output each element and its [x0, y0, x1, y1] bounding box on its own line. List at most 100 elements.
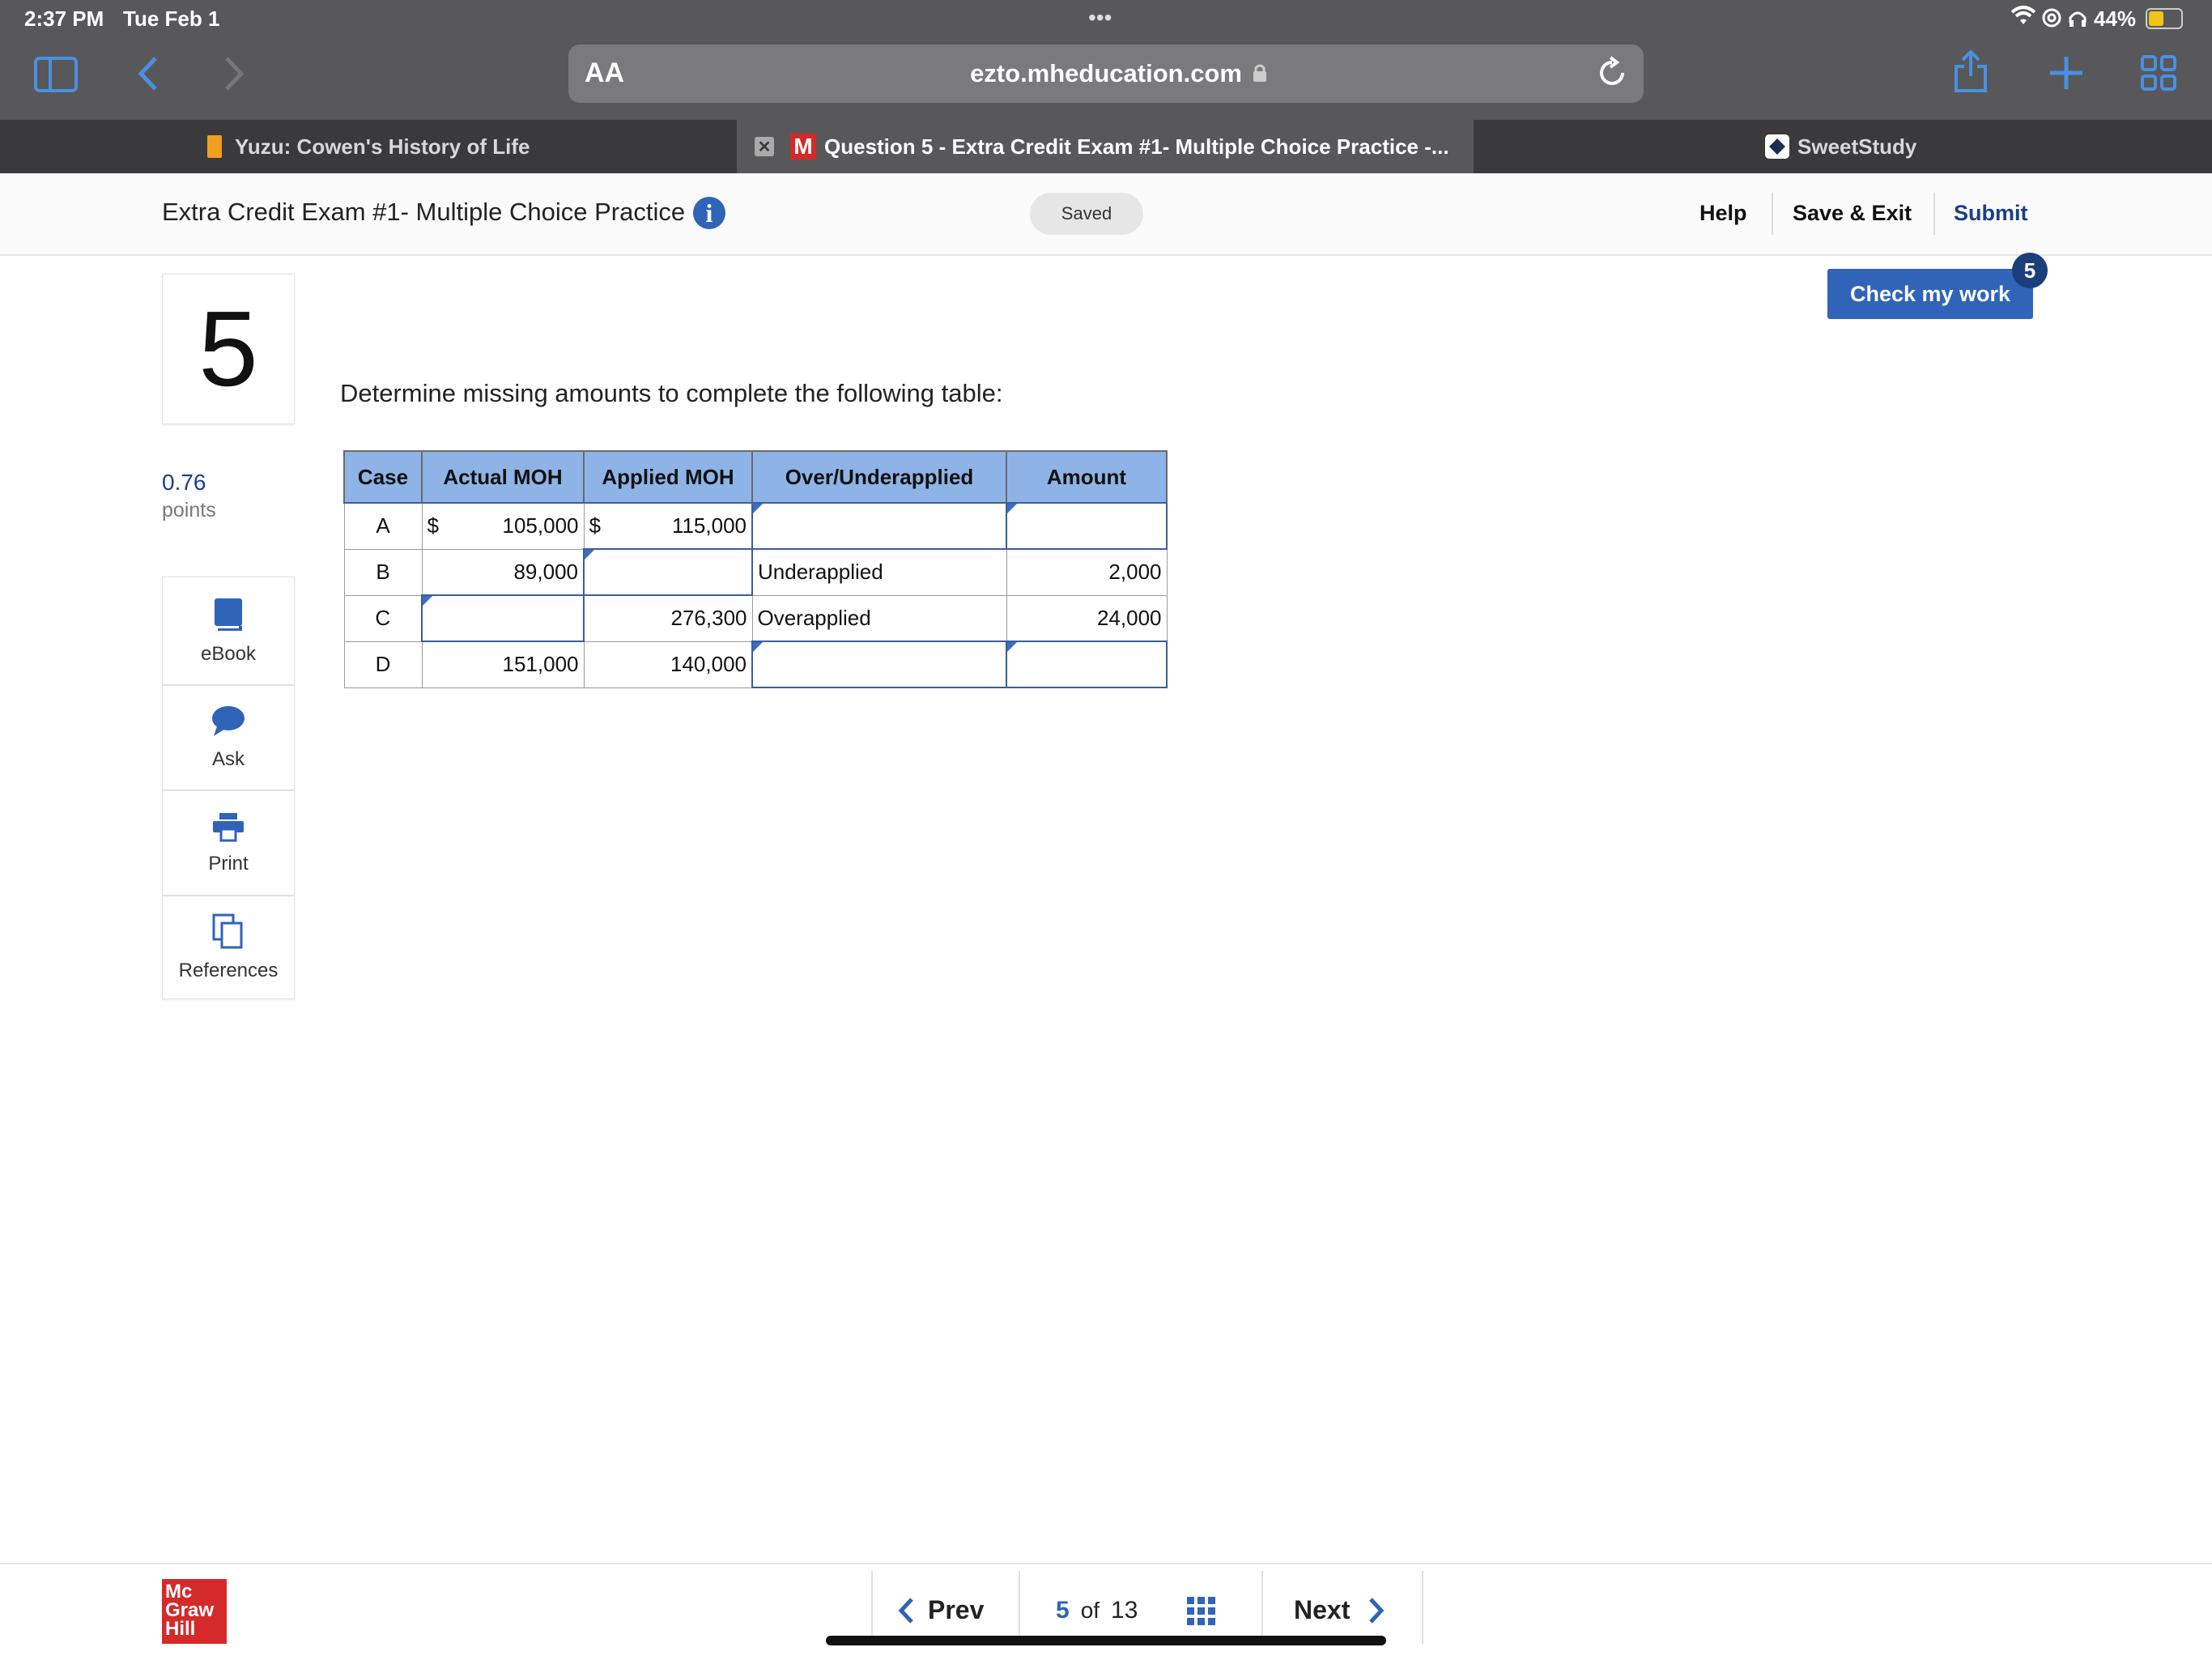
- footer-divider: [1019, 1571, 1020, 1644]
- table-row: A $ 105,000 $ 115,000: [343, 502, 1168, 550]
- address-bar[interactable]: AA ezto.mheducation.com: [568, 45, 1644, 103]
- prev-button[interactable]: Prev: [897, 1595, 984, 1625]
- print-button[interactable]: Print: [162, 790, 295, 896]
- case-cell: A: [343, 502, 423, 550]
- case-cell: B: [343, 548, 423, 596]
- question-number: 5: [198, 289, 258, 408]
- battery-percent: 44%: [2094, 6, 2137, 31]
- multitask-dots-icon[interactable]: •••: [1088, 5, 1112, 31]
- actual-moh-input[interactable]: [421, 594, 585, 642]
- saved-status-badge: Saved: [1030, 193, 1143, 235]
- points-label: points: [162, 499, 216, 521]
- header-divider: [1772, 193, 1773, 235]
- chevron-left-icon: [898, 1597, 913, 1624]
- question-grid-icon[interactable]: [1187, 1597, 1216, 1630]
- over-underapplied-value: Overapplied: [751, 594, 1007, 642]
- back-icon[interactable]: [136, 55, 159, 96]
- column-header-actual-moh: Actual MOH: [421, 450, 585, 504]
- print-label: Print: [208, 852, 249, 875]
- footer-divider: [1261, 1571, 1263, 1644]
- documents-icon: [212, 913, 245, 953]
- close-tab-icon[interactable]: ✕: [755, 137, 774, 156]
- tab-label: SweetStudy: [1797, 134, 1917, 159]
- applied-moh-input[interactable]: [583, 548, 753, 596]
- table-header-row: Case Actual MOH Applied MOH Over/Underap…: [343, 450, 1168, 504]
- status-time: 2:37 PM: [24, 6, 104, 31]
- tab-overview-icon[interactable]: [2141, 55, 2176, 95]
- actual-moh-value: 89,000: [421, 548, 585, 596]
- ebook-button[interactable]: eBook: [162, 577, 295, 685]
- case-cell: C: [343, 594, 423, 642]
- references-label: References: [178, 959, 279, 981]
- home-indicator[interactable]: [826, 1636, 1386, 1645]
- next-button[interactable]: Next: [1294, 1595, 1385, 1625]
- battery-icon: [2146, 8, 2183, 29]
- footer-divider: [871, 1571, 873, 1644]
- moh-table: Case Actual MOH Applied MOH Over/Underap…: [343, 450, 1168, 688]
- mcgraw-favicon-icon: M: [790, 134, 816, 160]
- share-icon[interactable]: [1953, 49, 1989, 98]
- total-questions: 13: [1111, 1597, 1138, 1624]
- amount-input[interactable]: [1006, 641, 1168, 688]
- column-header-over-underapplied: Over/Underapplied: [751, 450, 1007, 504]
- current-question: 5: [1056, 1597, 1070, 1624]
- over-underapplied-input[interactable]: [751, 641, 1007, 688]
- tab-yuzu[interactable]: Yuzu: Cowen's History of Life: [0, 120, 737, 173]
- over-underapplied-input[interactable]: [751, 502, 1007, 550]
- table-row: C 276,300 Overapplied 24,000: [343, 594, 1168, 642]
- amount-input[interactable]: [1006, 502, 1168, 550]
- ask-label: Ask: [211, 747, 245, 770]
- at-icon: [2042, 8, 2061, 32]
- logo-line: Hill: [165, 1618, 196, 1640]
- help-link[interactable]: Help: [1699, 201, 1747, 226]
- status-bar: 2:37 PM Tue Feb 1 ••• 44%: [0, 0, 2212, 39]
- url-text[interactable]: ezto.mheducation.com: [568, 59, 1644, 88]
- chat-bubble-icon: [211, 705, 246, 742]
- ebook-label: eBook: [200, 642, 257, 665]
- table-row: D 151,000 140,000: [343, 641, 1168, 688]
- question-prompt: Determine missing amounts to complete th…: [340, 379, 1003, 407]
- actual-moh-value: 105,000: [502, 513, 579, 538]
- tab-question-5[interactable]: ✕ M Question 5 - Extra Credit Exam #1- M…: [737, 120, 1474, 173]
- points-value: 0.76: [162, 470, 206, 495]
- page-title: Extra Credit Exam #1- Multiple Choice Pr…: [162, 198, 686, 226]
- info-icon[interactable]: i: [693, 197, 725, 229]
- sidebar-toggle-icon[interactable]: [34, 57, 78, 96]
- question-number-box: 5: [162, 274, 295, 424]
- tab-label: Yuzu: Cowen's History of Life: [235, 134, 530, 159]
- status-date: Tue Feb 1: [123, 6, 220, 31]
- next-label: Next: [1294, 1595, 1351, 1624]
- save-exit-link[interactable]: Save & Exit: [1793, 201, 1912, 226]
- reload-icon[interactable]: [1595, 56, 1629, 94]
- ask-button[interactable]: Ask: [162, 685, 295, 790]
- forward-icon[interactable]: [223, 55, 246, 96]
- actual-moh-value: 151,000: [421, 641, 585, 688]
- chevron-right-icon: [1369, 1597, 1385, 1624]
- mcgraw-hill-logo: Mc Graw Hill: [162, 1579, 227, 1644]
- tab-sweetstudy[interactable]: SweetStudy: [1474, 120, 2212, 173]
- wifi-icon: [2010, 5, 2036, 32]
- amount-value: 24,000: [1006, 594, 1168, 642]
- check-attempts-badge: 5: [2012, 253, 2048, 288]
- question-counter: 5 of 13: [1056, 1597, 1138, 1624]
- footer-divider: [1422, 1571, 1423, 1644]
- yuzu-favicon-icon: [207, 135, 222, 158]
- new-tab-icon[interactable]: [2048, 55, 2084, 95]
- printer-icon: [211, 811, 245, 846]
- applied-moh-value: 276,300: [583, 594, 753, 642]
- book-icon: [213, 597, 244, 636]
- check-my-work-button[interactable]: Check my work: [1827, 269, 2033, 319]
- currency-symbol: $: [427, 513, 439, 538]
- submit-link[interactable]: Submit: [1954, 201, 2028, 226]
- headphones-icon: [2068, 8, 2087, 32]
- lock-icon: [1252, 62, 1268, 87]
- column-header-case: Case: [343, 450, 423, 504]
- applied-moh-value: 140,000: [583, 641, 753, 688]
- table-row: B 89,000 Underapplied 2,000: [343, 548, 1168, 596]
- logo-line: Graw: [165, 1599, 215, 1621]
- applied-moh-value: 115,000: [671, 513, 747, 538]
- actual-moh-cell: $ 105,000: [421, 502, 585, 550]
- header-divider: [1933, 193, 1935, 235]
- of-label: of: [1080, 1598, 1100, 1623]
- references-button[interactable]: References: [162, 896, 295, 999]
